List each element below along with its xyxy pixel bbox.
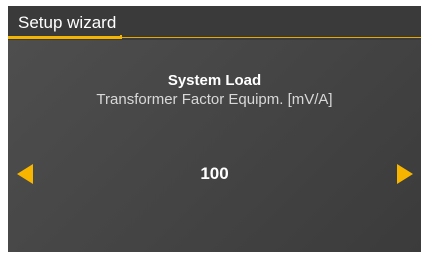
- parameter-value: 100: [200, 164, 229, 183]
- page-title: Setup wizard: [18, 13, 117, 32]
- setup-wizard-screen: Setup wizard System Load Transformer Fac…: [8, 6, 421, 252]
- header-bar: Setup wizard: [8, 6, 421, 40]
- wizard-progress-bar: [8, 36, 120, 39]
- parameter-title: System Load: [167, 72, 262, 89]
- parameter-subtitle: Transformer Factor Equipm. [mV/A]: [96, 91, 333, 108]
- wizard-progress-marker: [120, 35, 122, 39]
- increase-arrow-icon[interactable]: [397, 164, 413, 184]
